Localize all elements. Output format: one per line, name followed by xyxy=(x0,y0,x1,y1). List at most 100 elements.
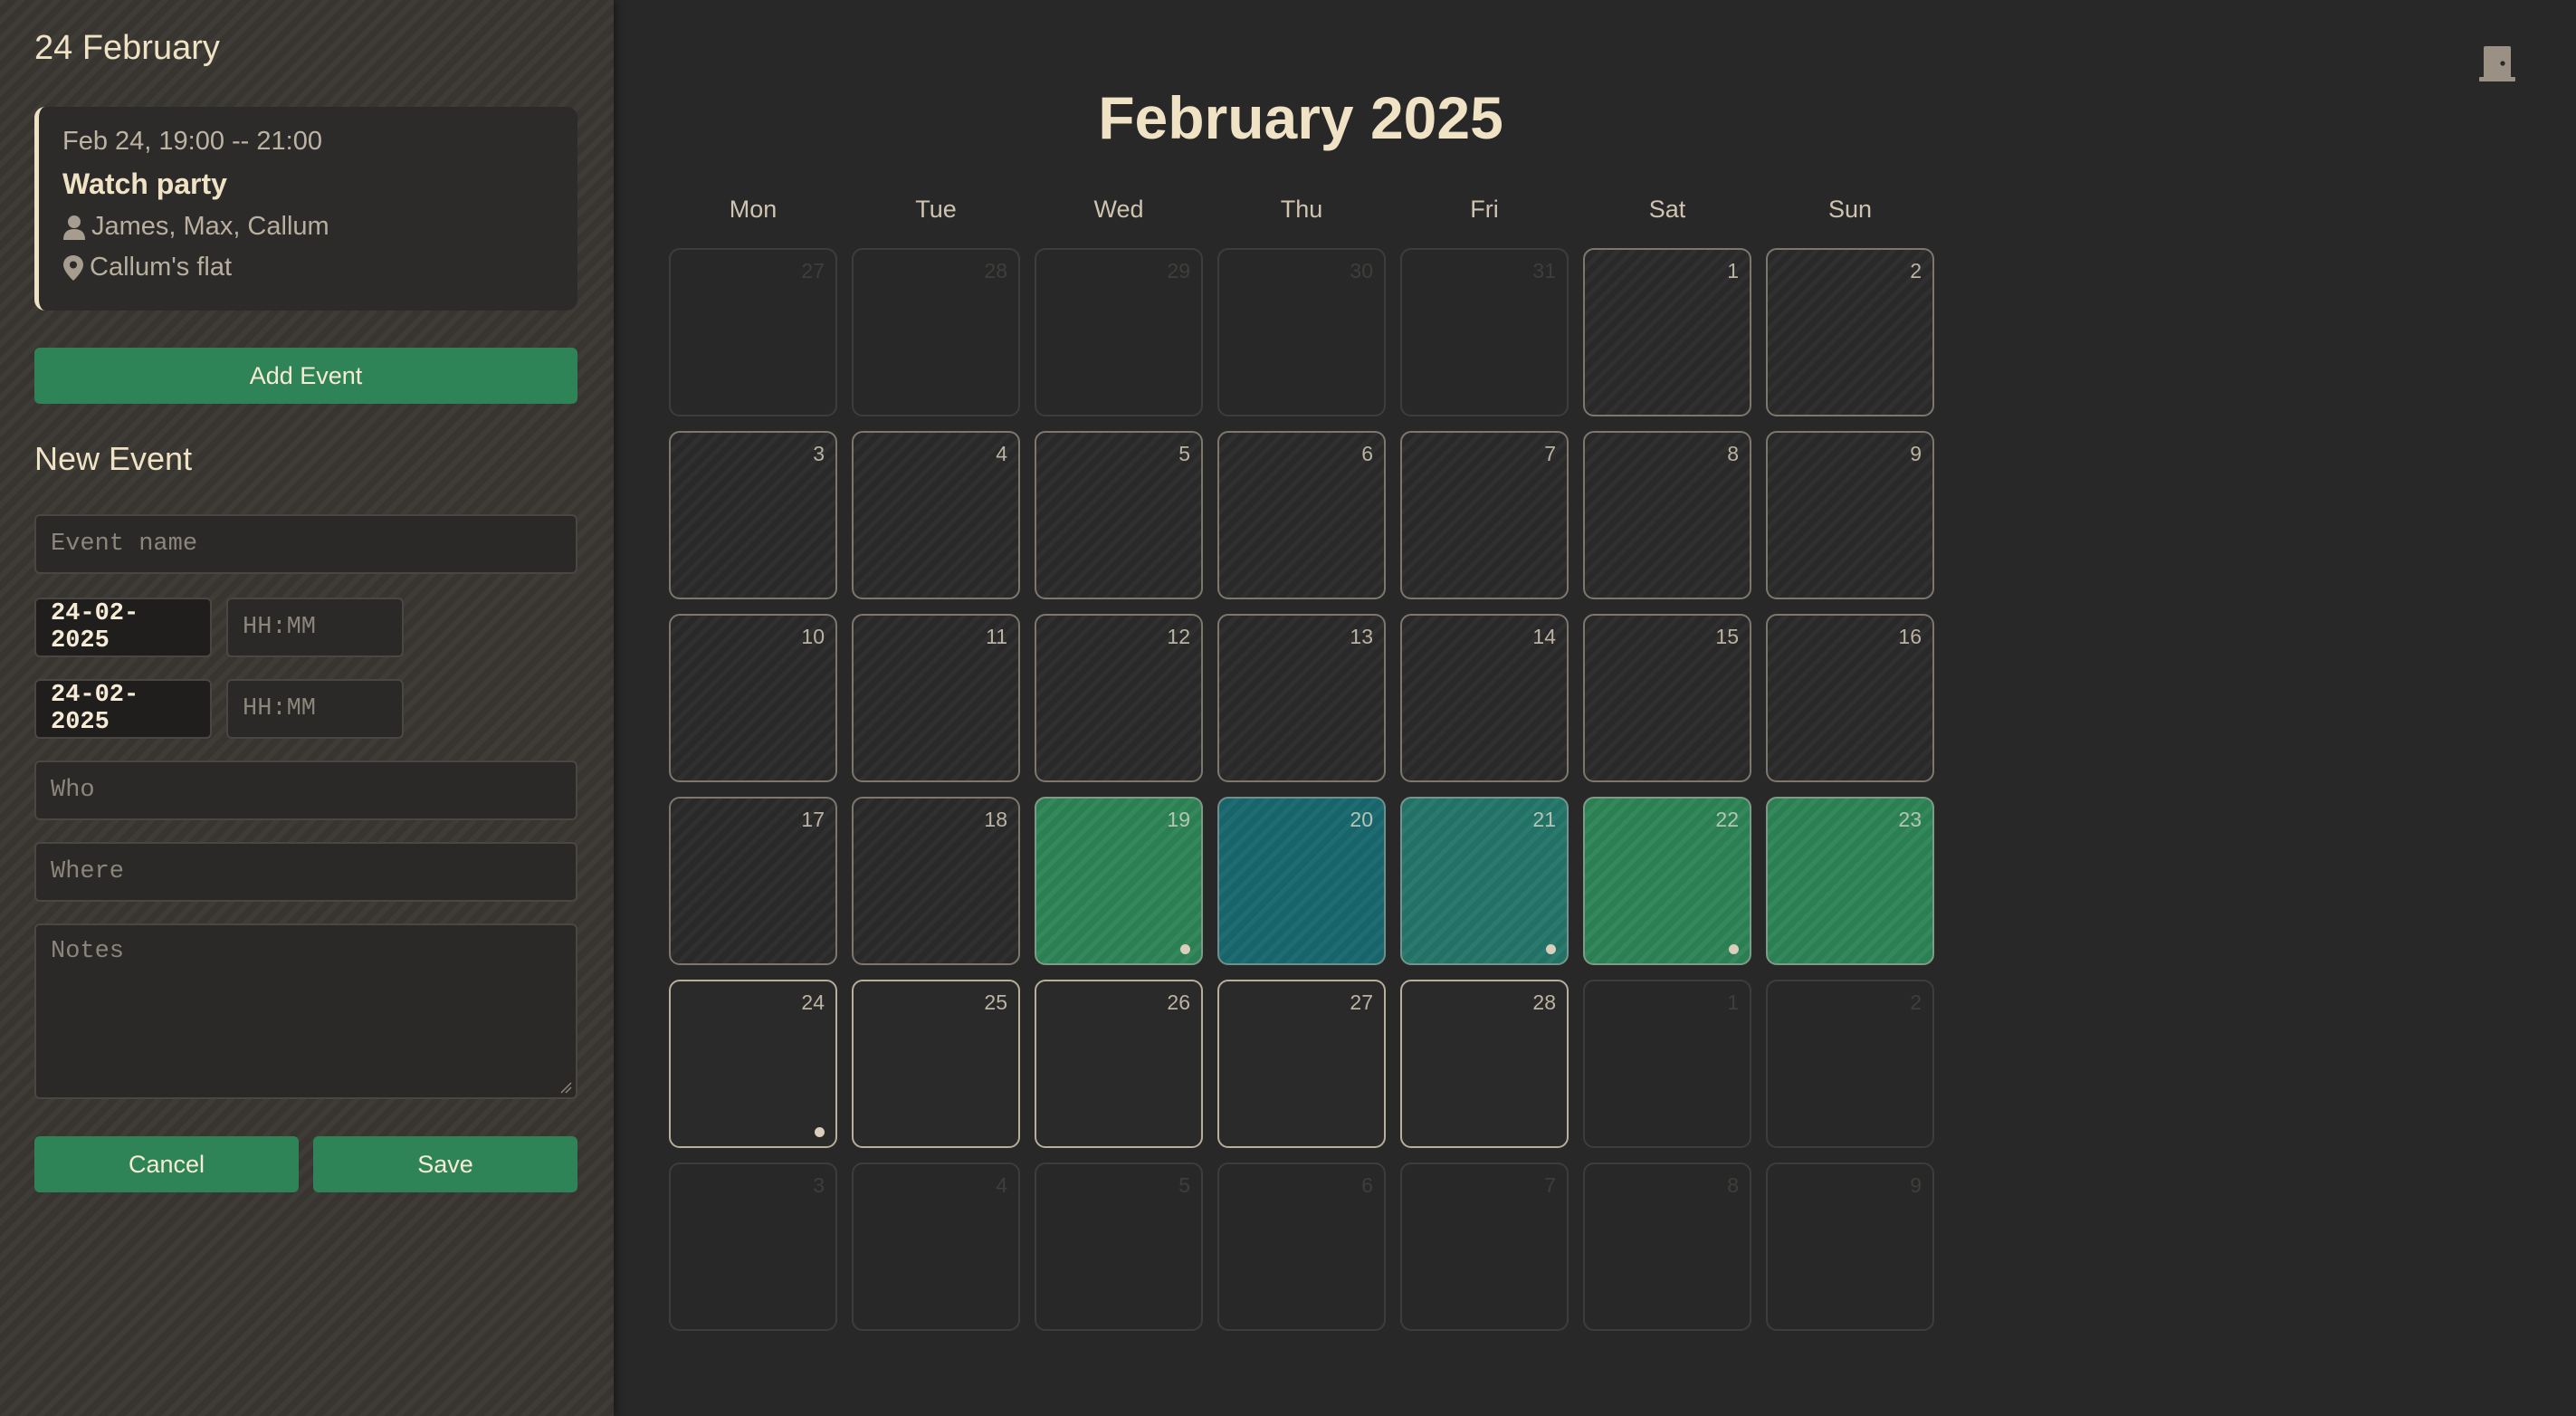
day-number: 31 xyxy=(1532,259,1556,282)
day-cell[interactable]: 19 xyxy=(1035,797,1203,965)
weekday-label: Fri xyxy=(1470,196,1499,223)
day-cell[interactable]: 1 xyxy=(1583,980,1751,1148)
day-cell[interactable]: 24 xyxy=(669,980,837,1148)
day-cell[interactable]: 3 xyxy=(669,431,837,599)
day-cell[interactable]: 5 xyxy=(1035,1162,1203,1331)
day-cell[interactable]: 30 xyxy=(1217,248,1386,416)
day-cell[interactable]: 12 xyxy=(1035,614,1203,782)
event-who-text: James, Max, Callum xyxy=(91,212,329,241)
event-name-input[interactable]: Event name xyxy=(34,514,577,574)
day-number: 15 xyxy=(1715,625,1739,648)
day-cell[interactable]: 26 xyxy=(1035,980,1203,1148)
day-cell[interactable]: 8 xyxy=(1583,431,1751,599)
day-cell[interactable]: 13 xyxy=(1217,614,1386,782)
notes-placeholder: Notes xyxy=(51,938,125,965)
event-title: Watch party xyxy=(62,167,227,200)
event-indicator-dot xyxy=(1729,944,1739,954)
day-cell[interactable]: 6 xyxy=(1217,1162,1386,1331)
notes-textarea[interactable]: Notes xyxy=(34,923,577,1099)
who-input[interactable]: Who xyxy=(34,761,577,820)
day-cell[interactable]: 4 xyxy=(852,431,1020,599)
day-cell[interactable]: 14 xyxy=(1400,614,1569,782)
day-number: 9 xyxy=(1910,1173,1922,1197)
day-cell[interactable]: 16 xyxy=(1766,614,1934,782)
day-cell[interactable]: 2 xyxy=(1766,248,1934,416)
day-number: 30 xyxy=(1350,259,1373,282)
day-number: 29 xyxy=(1167,259,1190,282)
event-who: James, Max, Callum xyxy=(62,212,554,242)
day-number: 28 xyxy=(1532,990,1556,1014)
start-time-input[interactable]: HH:MM xyxy=(226,598,404,657)
day-cell[interactable]: 6 xyxy=(1217,431,1386,599)
end-date-input[interactable]: 24-02-2025 xyxy=(34,679,212,739)
day-number: 11 xyxy=(986,625,1007,648)
day-number: 19 xyxy=(1167,808,1190,831)
day-cell[interactable]: 27 xyxy=(1217,980,1386,1148)
day-cell[interactable]: 2 xyxy=(1766,980,1934,1148)
event-indicator-dot xyxy=(1546,944,1556,954)
weekday-label: Tue xyxy=(915,196,957,223)
day-number: 10 xyxy=(801,625,825,648)
day-cell[interactable]: 9 xyxy=(1766,1162,1934,1331)
month-title: February 2025 xyxy=(1098,84,1503,151)
selected-day-heading: 24 February xyxy=(34,29,220,67)
sidebar: 24 February Feb 24, 19:00 -- 21:00 Watch… xyxy=(0,0,614,1416)
day-cell[interactable]: 7 xyxy=(1400,431,1569,599)
day-cell[interactable]: 15 xyxy=(1583,614,1751,782)
day-number: 5 xyxy=(1178,442,1190,465)
day-number: 6 xyxy=(1361,1173,1373,1197)
day-cell[interactable]: 27 xyxy=(669,248,837,416)
day-cell[interactable]: 20 xyxy=(1217,797,1386,965)
day-number: 22 xyxy=(1715,808,1739,831)
day-cell[interactable]: 4 xyxy=(852,1162,1020,1331)
day-cell[interactable]: 10 xyxy=(669,614,837,782)
day-number: 21 xyxy=(1532,808,1556,831)
door-icon[interactable] xyxy=(2476,43,2518,85)
weekday-label: Sun xyxy=(1827,196,1873,223)
weekday-label: Thu xyxy=(1280,196,1323,223)
day-cell[interactable]: 5 xyxy=(1035,431,1203,599)
weekday-label: Mon xyxy=(729,196,778,223)
day-cell[interactable]: 21 xyxy=(1400,797,1569,965)
day-number: 27 xyxy=(1350,990,1373,1014)
day-number: 14 xyxy=(1532,625,1556,648)
day-cell[interactable]: 1 xyxy=(1583,248,1751,416)
day-number: 8 xyxy=(1727,1173,1739,1197)
day-number: 12 xyxy=(1167,625,1190,648)
day-cell[interactable]: 28 xyxy=(852,248,1020,416)
day-cell[interactable]: 29 xyxy=(1035,248,1203,416)
day-cell[interactable]: 11 xyxy=(852,614,1020,782)
day-cell[interactable]: 3 xyxy=(669,1162,837,1331)
day-number: 8 xyxy=(1727,442,1739,465)
day-cell[interactable]: 28 xyxy=(1400,980,1569,1148)
day-cell[interactable]: 7 xyxy=(1400,1162,1569,1331)
start-date-input[interactable]: 24-02-2025 xyxy=(34,598,212,657)
day-number: 9 xyxy=(1910,442,1922,465)
day-cell[interactable]: 8 xyxy=(1583,1162,1751,1331)
day-cell[interactable]: 9 xyxy=(1766,431,1934,599)
day-number: 18 xyxy=(984,808,1007,831)
cancel-button[interactable]: Cancel xyxy=(34,1136,299,1192)
day-number: 13 xyxy=(1350,625,1373,648)
resize-grip-icon[interactable] xyxy=(559,1081,572,1094)
day-number: 7 xyxy=(1544,442,1556,465)
day-cell[interactable]: 23 xyxy=(1766,797,1934,965)
day-cell[interactable]: 17 xyxy=(669,797,837,965)
day-cell[interactable]: 25 xyxy=(852,980,1020,1148)
day-number: 26 xyxy=(1167,990,1190,1014)
where-input[interactable]: Where xyxy=(34,842,577,902)
day-number: 25 xyxy=(984,990,1007,1014)
person-icon xyxy=(63,215,85,240)
day-cell[interactable]: 18 xyxy=(852,797,1020,965)
day-cell[interactable]: 31 xyxy=(1400,248,1569,416)
day-number: 23 xyxy=(1898,808,1922,831)
event-where-text: Callum's flat xyxy=(90,253,233,282)
end-time-input[interactable]: HH:MM xyxy=(226,679,404,739)
event-indicator-dot xyxy=(815,1127,825,1137)
day-cell[interactable]: 22 xyxy=(1583,797,1751,965)
add-event-button[interactable]: Add Event xyxy=(34,348,577,404)
save-button[interactable]: Save xyxy=(313,1136,577,1192)
day-number: 6 xyxy=(1361,442,1373,465)
event-card[interactable]: Feb 24, 19:00 -- 21:00 Watch party James… xyxy=(34,107,577,311)
weekday-label: Wed xyxy=(1093,196,1144,223)
